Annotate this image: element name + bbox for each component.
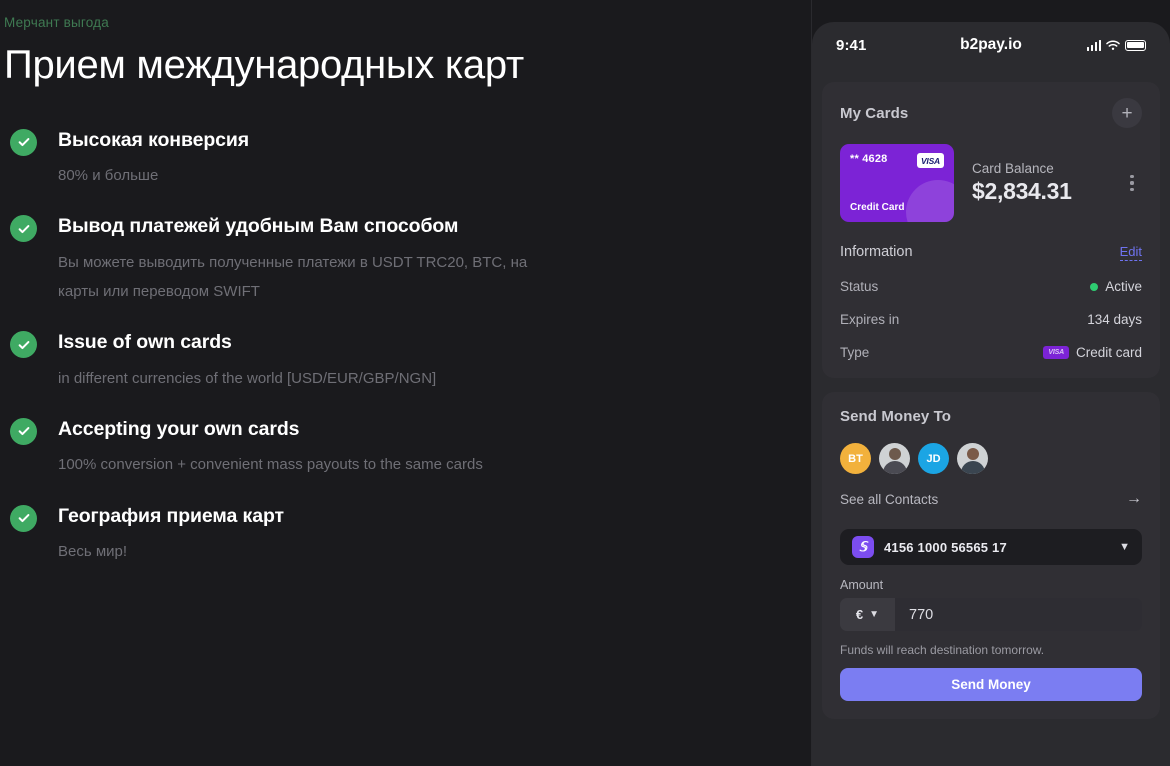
info-row-expires: Expires in 134 days [840, 312, 1142, 327]
my-cards-panel: My Cards + ** 4628 VISA Credit Card Card… [822, 82, 1160, 378]
check-icon [10, 504, 37, 532]
card-balance-block: Card Balance $2,834.31 [954, 161, 1122, 205]
see-all-contacts-label: See all Contacts [840, 491, 939, 507]
page-title: Прием международных карт [4, 43, 524, 87]
currency-value: € [855, 607, 864, 622]
avatar[interactable] [957, 443, 988, 474]
send-money-title: Send Money To [840, 408, 952, 425]
feature-description: in different currencies of the world [US… [58, 369, 437, 387]
my-cards-header: My Cards + [840, 98, 1142, 128]
info-value: Credit card [1075, 345, 1142, 360]
avatar-body [960, 461, 985, 474]
account-select[interactable]: 𝕊 4156 1000 56565 17 ▼ [840, 529, 1142, 565]
avatar-head [966, 448, 979, 460]
chevron-down-icon[interactable]: ▼ [1119, 541, 1130, 553]
list-item: Issue of own cards in different currenci… [0, 330, 811, 393]
list-item: География приема карт Весь мир! [0, 504, 811, 567]
feature-description: Весь мир! [58, 542, 128, 560]
card-top-row: ** 4628 VISA [850, 153, 944, 168]
status-bar-icons [1076, 39, 1146, 51]
send-money-button[interactable]: Send Money [840, 668, 1142, 701]
check-icon [10, 215, 37, 243]
amount-field-row: € ▼ 770 [840, 598, 1142, 631]
card-summary-row: ** 4628 VISA Credit Card Card Balance $2… [840, 144, 1142, 222]
marketing-panel: Мерчант выгода Прием международных карт … [0, 0, 812, 766]
check-icon [10, 331, 37, 359]
account-number-value: 4156 1000 56565 17 [884, 539, 1007, 555]
avatar[interactable] [879, 443, 910, 474]
eyebrow-label: Мерчант выгода [4, 15, 109, 30]
signal-icon [1086, 39, 1101, 51]
card-type-label: Credit Card [850, 202, 905, 213]
card-balance-label: Card Balance [972, 161, 1054, 176]
app-root: Мерчант выгода Прием международных карт … [0, 0, 1170, 766]
feature-title: География приема карт [58, 504, 284, 527]
info-value: Active [1105, 279, 1142, 294]
feature-title: Вывод платежей удобным Вам способом [58, 215, 459, 238]
battery-icon [1125, 39, 1146, 51]
visa-badge-icon: VISA [1043, 346, 1069, 359]
information-title: Information [840, 244, 913, 260]
visa-logo-icon: VISA [916, 153, 944, 168]
avatar-head [888, 448, 901, 460]
feature-title: Accepting your own cards [58, 417, 300, 440]
information-header: Information Edit [840, 244, 1142, 261]
feature-description: 80% и больше [58, 167, 159, 185]
chevron-down-icon[interactable]: ▼ [869, 609, 879, 620]
feature-description: 100% conversion + convenient mass payout… [58, 456, 483, 474]
feature-title: Issue of own cards [58, 331, 232, 354]
more-options-icon[interactable] [1122, 174, 1142, 192]
currency-select[interactable]: € ▼ [840, 598, 895, 631]
feature-title: Высокая конверсия [58, 128, 250, 151]
avatar[interactable]: JD [918, 443, 949, 474]
info-key: Expires in [840, 312, 900, 327]
status-badge: Active [1090, 279, 1142, 294]
card-number: ** 4628 [850, 153, 888, 165]
funds-note: Funds will reach destination tomorrow. [840, 643, 1045, 657]
bank-logo-icon: 𝕊 [852, 536, 874, 558]
edit-link[interactable]: Edit [1119, 244, 1142, 261]
card-decoration [906, 180, 954, 222]
list-item: Высокая конверсия 80% и больше [0, 128, 811, 191]
amount-input[interactable]: 770 [895, 598, 1142, 631]
check-icon [10, 128, 37, 156]
send-money-panel: Send Money To BT JD See all Contacts → 𝕊 [822, 392, 1160, 719]
list-item: Accepting your own cards 100% conversion… [0, 417, 811, 480]
info-row-type: Type VISA Credit card [840, 345, 1142, 360]
list-item: Вывод платежей удобным Вам способом Вы м… [0, 214, 811, 306]
arrow-right-icon[interactable]: → [1126, 491, 1142, 507]
avatar-body [882, 461, 907, 474]
credit-card-visual[interactable]: ** 4628 VISA Credit Card [840, 144, 954, 222]
status-bar: 9:41 b2pay.io [822, 22, 1160, 68]
card-type-value: VISA Credit card [1043, 345, 1142, 360]
info-key: Status [840, 279, 879, 294]
check-icon [10, 417, 37, 445]
add-card-button[interactable]: + [1112, 98, 1142, 128]
phone-mockup: 9:41 b2pay.io My Cards + ** 4628 VISA Cr… [812, 22, 1170, 766]
see-all-contacts-row[interactable]: See all Contacts → [840, 491, 1142, 507]
info-value: 134 days [1087, 312, 1142, 327]
avatar[interactable]: BT [840, 443, 871, 474]
info-row-status: Status Active [840, 279, 1142, 294]
card-balance-value: $2,834.31 [972, 178, 1072, 204]
feature-description: Вы можете выводить полученные платежи в … [58, 253, 528, 301]
wifi-icon [1106, 40, 1120, 51]
amount-label: Amount [840, 578, 884, 592]
feature-list: Высокая конверсия 80% и больше Вывод пла… [0, 128, 811, 566]
contacts-list: BT JD [840, 443, 1142, 474]
status-bar-time: 9:41 [836, 36, 867, 54]
my-cards-title: My Cards [840, 104, 909, 122]
info-key: Type [840, 345, 870, 360]
status-bar-title: b2pay.io [960, 36, 1022, 53]
status-dot-icon [1090, 282, 1099, 291]
